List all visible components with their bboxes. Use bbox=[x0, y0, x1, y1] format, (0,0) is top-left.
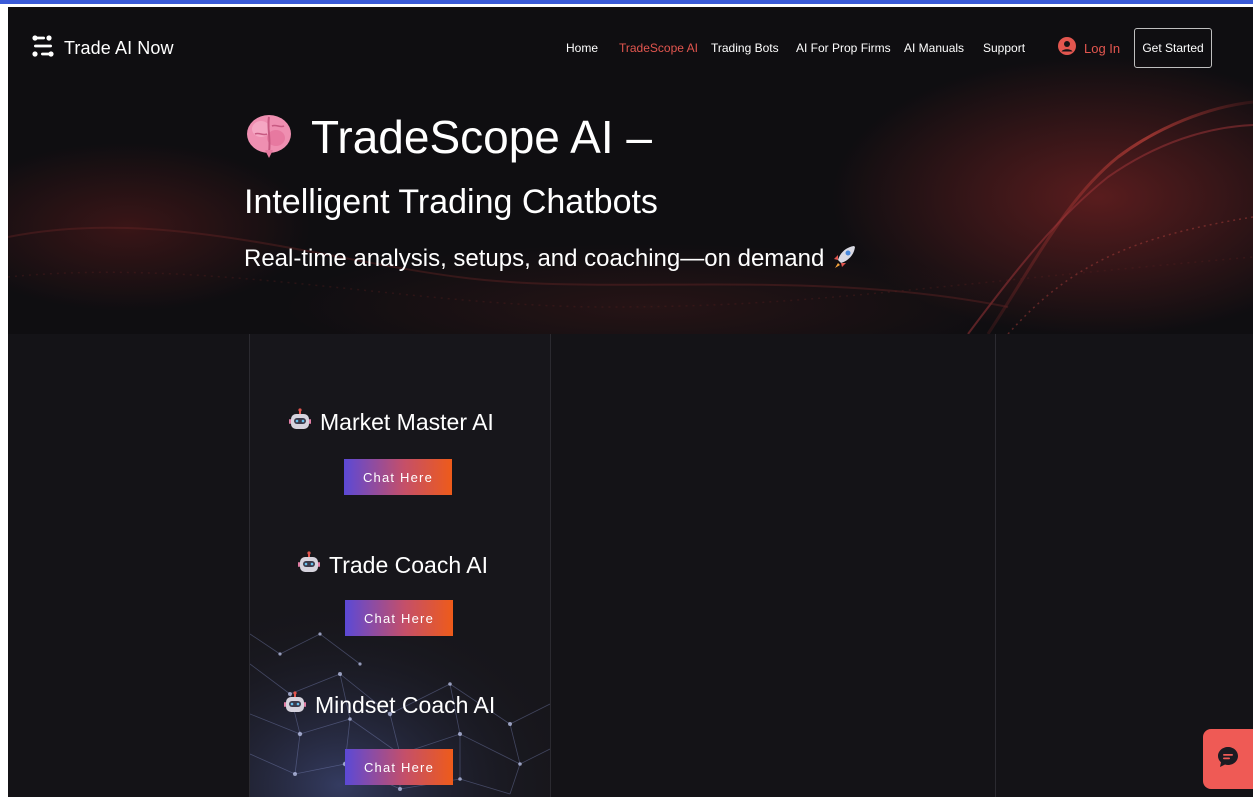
robot-icon bbox=[297, 551, 321, 580]
nav-home[interactable]: Home bbox=[566, 41, 598, 55]
tagline-row: Real-time analysis, setups, and coaching… bbox=[244, 243, 858, 274]
nav-support[interactable]: Support bbox=[983, 41, 1025, 55]
login-link[interactable]: Log In bbox=[1058, 37, 1120, 60]
chat-here-button[interactable]: Chat Here bbox=[345, 749, 453, 785]
page: Trade AI Now Home TradeScope AI Trading … bbox=[8, 7, 1253, 797]
bot-name: Trade Coach AI bbox=[329, 552, 488, 578]
nav-ai-for-prop-firms[interactable]: AI For Prop Firms bbox=[796, 41, 891, 55]
chat-bubble-icon bbox=[1216, 745, 1240, 774]
bot-name: Market Master AI bbox=[320, 409, 494, 435]
page-title: TradeScope AI – bbox=[311, 111, 652, 163]
brand-name: Trade AI Now bbox=[64, 38, 174, 58]
bot-name: Mindset Coach AI bbox=[315, 692, 496, 718]
login-label: Log In bbox=[1084, 41, 1121, 56]
robot-icon bbox=[283, 691, 307, 720]
chat-here-button[interactable]: Chat Here bbox=[345, 600, 453, 636]
nav-trading-bots[interactable]: Trading Bots bbox=[711, 41, 779, 55]
bot-mindset-coach: Mindset Coach AI bbox=[283, 691, 495, 720]
bot-market-master: Market Master AI bbox=[288, 408, 494, 437]
chat-widget-button[interactable] bbox=[1203, 729, 1253, 789]
get-started-button[interactable]: Get Started bbox=[1134, 28, 1212, 68]
window-top-border bbox=[0, 0, 1253, 4]
user-icon bbox=[1058, 37, 1076, 60]
brain-icon bbox=[245, 112, 293, 163]
rocket-icon bbox=[832, 243, 858, 274]
logo-icon bbox=[31, 34, 55, 63]
tagline: Real-time analysis, setups, and coaching… bbox=[244, 244, 825, 272]
page-subtitle: Intelligent Trading Chatbots bbox=[244, 183, 658, 221]
hero-title-row: TradeScope AI – bbox=[245, 110, 652, 164]
nav-tradescope-ai[interactable]: TradeScope AI bbox=[619, 41, 698, 55]
bots-panel: Market Master AI Chat Here Trade Coach A… bbox=[249, 334, 551, 797]
bot-trade-coach: Trade Coach AI bbox=[297, 551, 488, 580]
robot-icon bbox=[288, 408, 312, 437]
nav-ai-manuals[interactable]: AI Manuals bbox=[904, 41, 964, 55]
brand-logo[interactable]: Trade AI Now bbox=[31, 34, 174, 63]
chat-here-button[interactable]: Chat Here bbox=[344, 459, 452, 495]
content-divider bbox=[995, 334, 996, 797]
